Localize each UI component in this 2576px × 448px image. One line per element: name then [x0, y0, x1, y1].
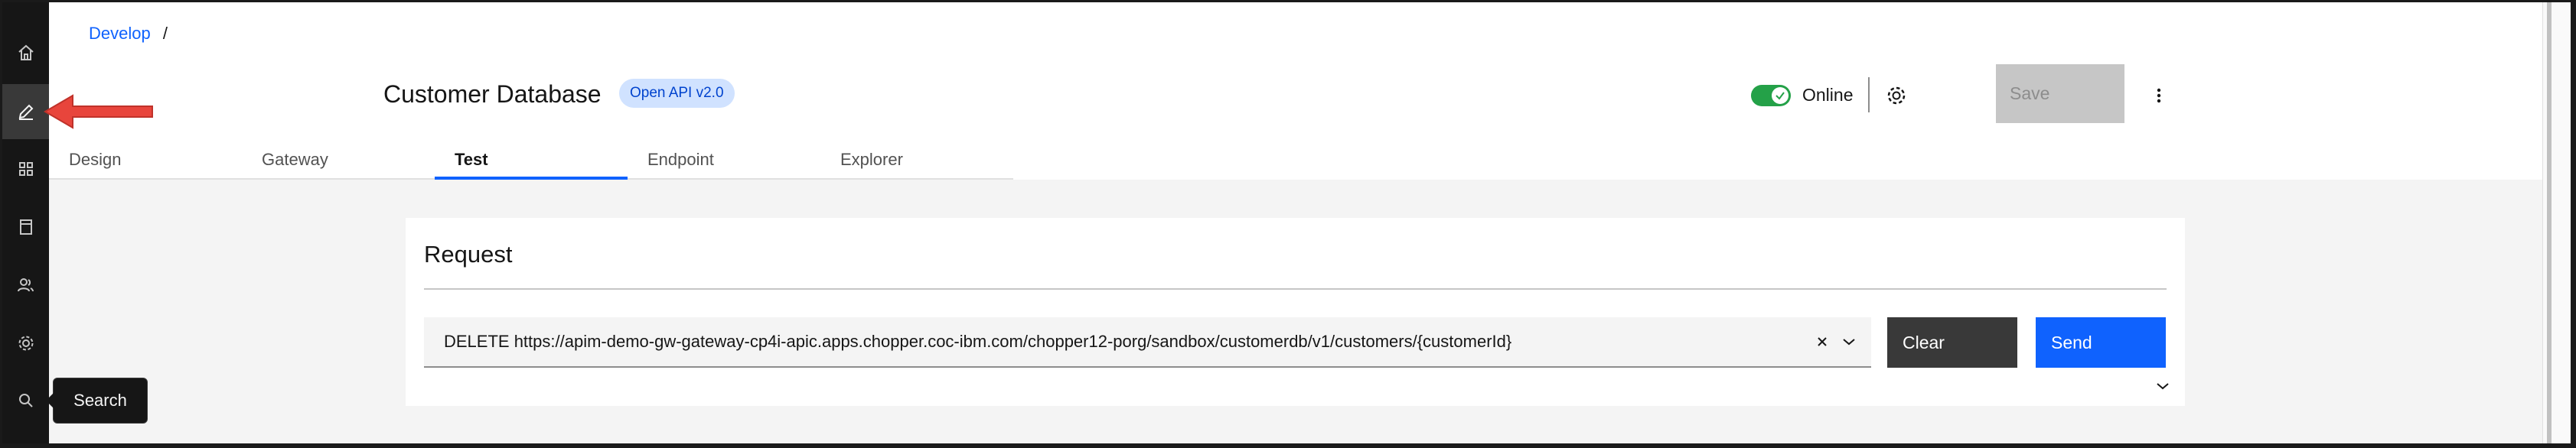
page-title: Customer Database	[383, 80, 602, 108]
rail-catalog[interactable]	[2, 200, 49, 255]
tab-explorer[interactable]: Explorer	[820, 144, 1013, 180]
checkmark-icon	[1775, 92, 1785, 100]
gear-icon	[1887, 86, 1906, 105]
rail-home[interactable]	[2, 25, 49, 80]
chevron-down-icon	[2157, 383, 2169, 390]
home-icon	[18, 44, 34, 60]
online-toggle[interactable]	[1751, 85, 1791, 106]
toggle-knob	[1772, 87, 1789, 104]
apps-icon	[18, 162, 33, 176]
rail-search[interactable]	[2, 373, 49, 428]
settings-icon	[18, 336, 33, 351]
edit-icon	[18, 104, 33, 120]
online-status-label: Online	[1802, 85, 1854, 105]
expand-request-button[interactable]	[2152, 375, 2173, 397]
chevron-down-icon	[1843, 339, 1855, 346]
breadcrumb-develop-link[interactable]: Develop	[89, 24, 151, 43]
annotation-arrow-icon	[44, 94, 153, 129]
overflow-menu-button[interactable]	[2147, 79, 2170, 112]
rail-apps[interactable]	[2, 141, 49, 196]
api-settings-button[interactable]	[1880, 79, 1913, 112]
side-rail	[2, 2, 49, 443]
version-badge: Open API v2.0	[619, 79, 735, 108]
breadcrumb: Develop /	[89, 24, 168, 44]
search-icon	[18, 394, 33, 407]
send-button[interactable]: Send	[2036, 317, 2166, 368]
toolbar-divider	[1868, 77, 1870, 112]
tab-endpoint[interactable]: Endpoint	[628, 144, 820, 180]
catalog-icon	[19, 219, 32, 235]
app-window: Develop / Customer Database Open API v2.…	[2, 2, 2571, 443]
save-button[interactable]: Save	[1996, 64, 2124, 123]
request-divider	[424, 288, 2167, 290]
request-url-combobox[interactable]: DELETE https://apim-demo-gw-gateway-cp4i…	[424, 317, 1871, 368]
close-icon	[1818, 337, 1827, 346]
search-tooltip: Search	[46, 378, 148, 424]
tab-gateway[interactable]: Gateway	[242, 144, 435, 180]
users-icon	[17, 278, 34, 292]
request-panel: Request DELETE https://apim-demo-gw-gate…	[406, 218, 2185, 406]
rail-settings[interactable]	[2, 316, 49, 371]
breadcrumb-separator: /	[162, 24, 168, 43]
tab-test[interactable]: Test	[435, 144, 628, 180]
clear-button[interactable]: Clear	[1887, 317, 2017, 368]
request-url-value[interactable]: DELETE https://apim-demo-gw-gateway-cp4i…	[444, 332, 1511, 352]
tab-design[interactable]: Design	[49, 144, 242, 180]
url-dropdown-button[interactable]	[1837, 330, 1860, 353]
request-title: Request	[424, 241, 513, 268]
url-clear-button[interactable]	[1811, 330, 1834, 353]
rail-users[interactable]	[2, 258, 49, 313]
overflow-menu-icon	[2157, 88, 2161, 103]
page-header: Develop / Customer Database Open API v2.…	[49, 2, 2542, 180]
scrollbar-thumb[interactable]	[2547, 2, 2552, 443]
